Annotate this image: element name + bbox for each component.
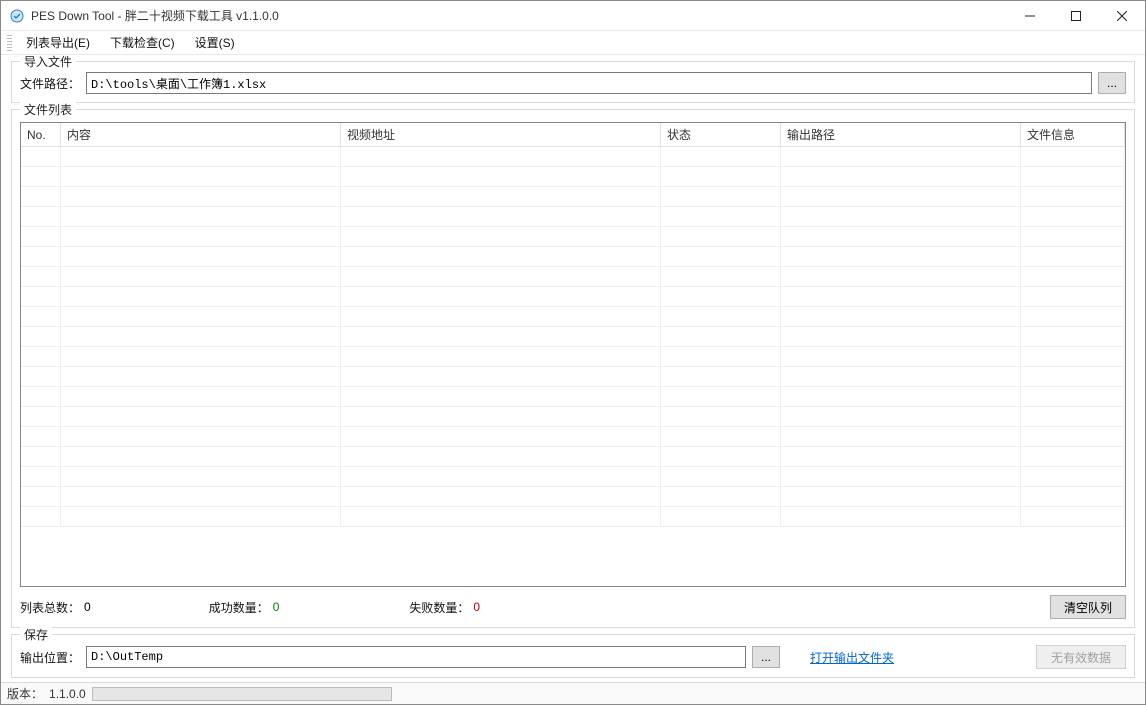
table-row[interactable]	[21, 207, 1125, 227]
table-body	[21, 147, 1125, 586]
table-row[interactable]	[21, 507, 1125, 527]
window-title: PES Down Tool - 胖二十视频下载工具 v1.1.0.0	[31, 7, 279, 24]
table-row[interactable]	[21, 187, 1125, 207]
col-info[interactable]: 文件信息	[1021, 123, 1125, 146]
total-value: 0	[84, 600, 91, 614]
app-icon	[9, 8, 25, 24]
col-status[interactable]: 状态	[661, 123, 781, 146]
file-path-input[interactable]	[86, 72, 1092, 94]
progress-bar	[92, 687, 392, 701]
output-path-input[interactable]	[86, 646, 746, 668]
table-row[interactable]	[21, 167, 1125, 187]
minimize-button[interactable]	[1007, 1, 1053, 31]
table-row[interactable]	[21, 487, 1125, 507]
table-row[interactable]	[21, 347, 1125, 367]
browse-output-button[interactable]: ...	[752, 646, 780, 668]
table-row[interactable]	[21, 427, 1125, 447]
col-content[interactable]: 内容	[61, 123, 341, 146]
table-row[interactable]	[21, 467, 1125, 487]
table-row[interactable]	[21, 287, 1125, 307]
table-row[interactable]	[21, 407, 1125, 427]
table-row[interactable]	[21, 387, 1125, 407]
table-row[interactable]	[21, 147, 1125, 167]
ok-label: 成功数量：	[209, 599, 269, 616]
file-list-group: 文件列表 No. 内容 视频地址 状态 输出路径 文件信息 列表总数： 0 成功…	[11, 109, 1135, 628]
stats-row: 列表总数： 0 成功数量： 0 失败数量： 0 清空队列	[20, 595, 1126, 619]
col-url[interactable]: 视频地址	[341, 123, 661, 146]
file-path-label: 文件路径：	[20, 75, 80, 92]
import-file-group: 导入文件 文件路径： ...	[11, 61, 1135, 103]
menubar-grip	[7, 35, 12, 51]
close-button[interactable]	[1099, 1, 1145, 31]
table-row[interactable]	[21, 267, 1125, 287]
menu-export[interactable]: 列表导出(E)	[16, 31, 100, 54]
open-output-folder-link[interactable]: 打开输出文件夹	[810, 649, 894, 666]
file-list-table[interactable]: No. 内容 视频地址 状态 输出路径 文件信息	[20, 122, 1126, 587]
table-row[interactable]	[21, 247, 1125, 267]
save-group: 保存 输出位置： ... 打开输出文件夹 无有效数据	[11, 634, 1135, 678]
statusbar: 版本： 1.1.0.0	[1, 682, 1145, 704]
total-label: 列表总数：	[20, 599, 80, 616]
maximize-button[interactable]	[1053, 1, 1099, 31]
table-row[interactable]	[21, 307, 1125, 327]
menu-download-check[interactable]: 下载检查(C)	[100, 31, 185, 54]
table-header: No. 内容 视频地址 状态 输出路径 文件信息	[21, 123, 1125, 147]
fail-label: 失败数量：	[409, 599, 469, 616]
output-path-label: 输出位置：	[20, 649, 80, 666]
ok-value: 0	[273, 600, 280, 614]
save-legend: 保存	[20, 626, 52, 643]
version-label: 版本：	[7, 685, 43, 702]
col-no[interactable]: No.	[21, 123, 61, 146]
menu-settings[interactable]: 设置(S)	[185, 31, 245, 54]
no-valid-data-button: 无有效数据	[1036, 645, 1126, 669]
file-list-legend: 文件列表	[20, 101, 76, 118]
table-row[interactable]	[21, 367, 1125, 387]
table-row[interactable]	[21, 327, 1125, 347]
fail-value: 0	[473, 600, 480, 614]
titlebar: PES Down Tool - 胖二十视频下载工具 v1.1.0.0	[1, 1, 1145, 31]
col-outpath[interactable]: 输出路径	[781, 123, 1021, 146]
menubar: 列表导出(E) 下载检查(C) 设置(S)	[1, 31, 1145, 55]
clear-queue-button[interactable]: 清空队列	[1050, 595, 1126, 619]
import-file-legend: 导入文件	[20, 55, 76, 70]
table-row[interactable]	[21, 227, 1125, 247]
version-value: 1.1.0.0	[49, 687, 86, 701]
table-row[interactable]	[21, 447, 1125, 467]
browse-file-button[interactable]: ...	[1098, 72, 1126, 94]
